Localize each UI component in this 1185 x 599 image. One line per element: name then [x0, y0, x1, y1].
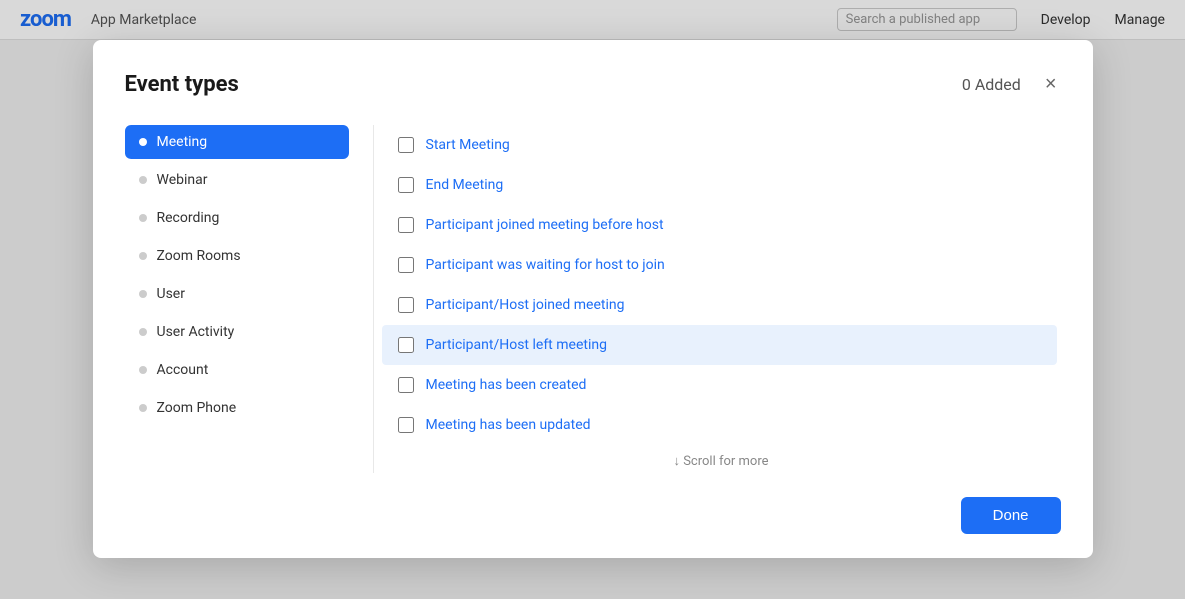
modal-header-right: 0 Added ×	[962, 72, 1061, 96]
dot-icon	[139, 252, 147, 260]
event-item-meeting-updated[interactable]: Meeting has been updated	[382, 405, 1057, 445]
modal-title: Event types	[125, 72, 239, 97]
event-label: End Meeting	[426, 177, 504, 193]
events-scroll[interactable]: Start Meeting End Meeting Participant jo…	[382, 125, 1061, 445]
sidebar-item-user-activity[interactable]: User Activity	[125, 315, 349, 349]
scroll-more-text: ↓ Scroll for more	[382, 445, 1061, 473]
dot-icon	[139, 214, 147, 222]
sidebar-item-label: Zoom Rooms	[157, 248, 241, 264]
sidebar-item-label: Account	[157, 362, 209, 378]
event-checkbox-end-meeting[interactable]	[398, 177, 414, 193]
event-checkbox-participant-host-left[interactable]	[398, 337, 414, 353]
close-button[interactable]: ×	[1041, 72, 1061, 96]
event-checkbox-participant-host-joined[interactable]	[398, 297, 414, 313]
dot-icon	[139, 138, 147, 146]
done-button[interactable]: Done	[961, 497, 1061, 534]
modal-header: Event types 0 Added ×	[125, 72, 1061, 97]
sidebar-item-label: User Activity	[157, 324, 235, 340]
dot-icon	[139, 404, 147, 412]
event-checkbox-participant-waiting[interactable]	[398, 257, 414, 273]
event-item-meeting-created[interactable]: Meeting has been created	[382, 365, 1057, 405]
event-label: Participant/Host joined meeting	[426, 297, 625, 313]
event-checkbox-meeting-updated[interactable]	[398, 417, 414, 433]
event-types-modal: Event types 0 Added × Meeting Webinar	[93, 40, 1093, 558]
event-label: Start Meeting	[426, 137, 510, 153]
event-types-sidebar: Meeting Webinar Recording Zoom Rooms Use…	[125, 125, 365, 473]
sidebar-item-label: Meeting	[157, 134, 208, 150]
event-checkbox-participant-joined-before-host[interactable]	[398, 217, 414, 233]
dot-icon	[139, 366, 147, 374]
event-label: Meeting has been created	[426, 377, 587, 393]
event-item-start-meeting[interactable]: Start Meeting	[382, 125, 1057, 165]
event-item-participant-joined-before-host[interactable]: Participant joined meeting before host	[382, 205, 1057, 245]
dot-icon	[139, 176, 147, 184]
sidebar-item-account[interactable]: Account	[125, 353, 349, 387]
added-count: 0 Added	[962, 75, 1021, 94]
sidebar-item-meeting[interactable]: Meeting	[125, 125, 349, 159]
event-label: Participant was waiting for host to join	[426, 257, 665, 273]
sidebar-item-label: User	[157, 286, 185, 302]
dot-icon	[139, 328, 147, 336]
sidebar-item-label: Recording	[157, 210, 220, 226]
event-label: Participant/Host left meeting	[426, 337, 607, 353]
modal-overlay: Event types 0 Added × Meeting Webinar	[0, 0, 1185, 599]
event-label: Participant joined meeting before host	[426, 217, 664, 233]
sidebar-item-recording[interactable]: Recording	[125, 201, 349, 235]
event-label: Meeting has been updated	[426, 417, 591, 433]
sidebar-item-zoom-rooms[interactable]: Zoom Rooms	[125, 239, 349, 273]
modal-footer: Done	[125, 497, 1061, 534]
sidebar-item-webinar[interactable]: Webinar	[125, 163, 349, 197]
event-item-participant-host-left[interactable]: Participant/Host left meeting	[382, 325, 1057, 365]
modal-body: Meeting Webinar Recording Zoom Rooms Use…	[125, 125, 1061, 473]
sidebar-item-user[interactable]: User	[125, 277, 349, 311]
events-panel: Start Meeting End Meeting Participant jo…	[382, 125, 1061, 473]
sidebar-item-zoom-phone[interactable]: Zoom Phone	[125, 391, 349, 425]
sidebar-item-label: Zoom Phone	[157, 400, 237, 416]
event-item-end-meeting[interactable]: End Meeting	[382, 165, 1057, 205]
event-checkbox-start-meeting[interactable]	[398, 137, 414, 153]
sidebar-divider	[373, 125, 374, 473]
event-item-participant-host-joined[interactable]: Participant/Host joined meeting	[382, 285, 1057, 325]
sidebar-item-label: Webinar	[157, 172, 208, 188]
event-checkbox-meeting-created[interactable]	[398, 377, 414, 393]
dot-icon	[139, 290, 147, 298]
event-item-participant-waiting[interactable]: Participant was waiting for host to join	[382, 245, 1057, 285]
